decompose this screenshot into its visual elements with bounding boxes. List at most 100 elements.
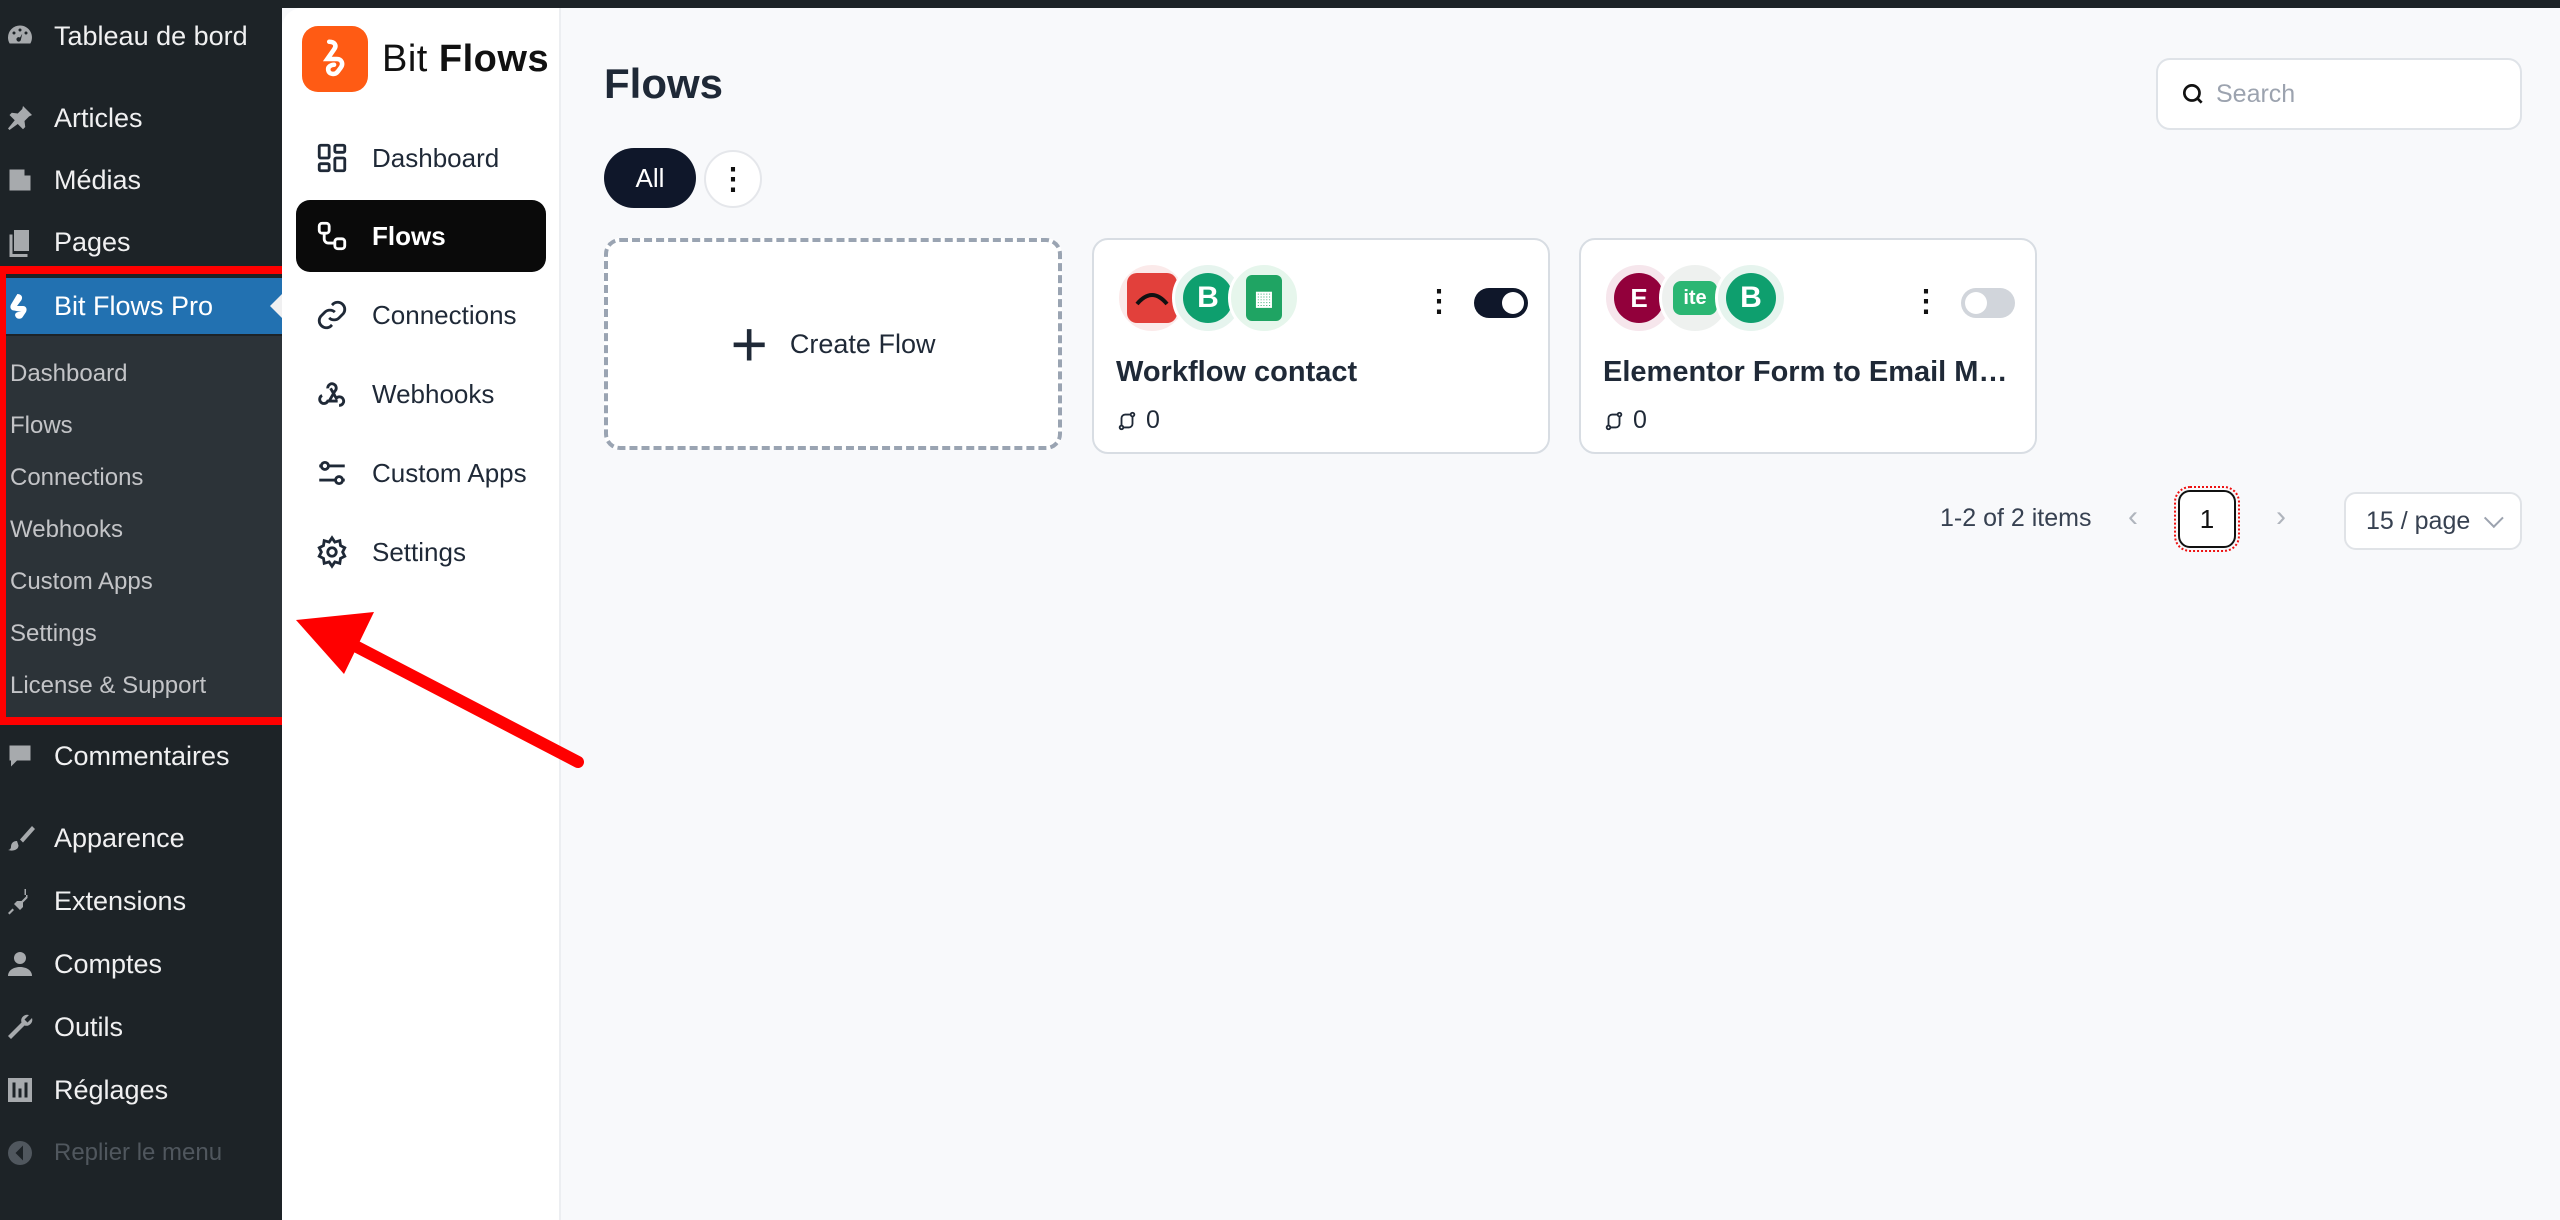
- wp-menu-collapse[interactable]: Replier le menu: [0, 1125, 282, 1181]
- filter-more-button[interactable]: ⋮: [704, 150, 762, 208]
- brush-icon: [2, 820, 38, 856]
- plugin-icon: [2, 883, 38, 919]
- flow-runs: 0: [1116, 406, 1160, 435]
- bitflows-logo[interactable]: Bit Flows: [302, 26, 549, 92]
- page-title: Flows: [604, 60, 724, 107]
- pages-icon: [2, 224, 38, 260]
- bit-icon: B: [1715, 262, 1787, 334]
- nav-label: Connections: [372, 299, 517, 330]
- bitflows-icon: [2, 288, 38, 324]
- page-size-value: 15 / page: [2366, 506, 2471, 535]
- wp-menu-label: Extensions: [54, 885, 187, 916]
- flow-runs: 0: [1603, 406, 1647, 435]
- chevron-right-icon: ›: [2276, 500, 2286, 533]
- flow-title: Workflow contact: [1116, 356, 1358, 388]
- wp-menu-label: Apparence: [54, 822, 185, 853]
- pagination-summary: 1-2 of 2 items: [1940, 504, 2092, 532]
- wp-menu-label: Commentaires: [54, 740, 230, 771]
- wp-submenu-item[interactable]: License & Support: [10, 666, 206, 706]
- webhook-icon: [312, 374, 352, 414]
- bitflows-logo-text: Bit Flows: [382, 37, 550, 80]
- nav-label: Settings: [372, 536, 466, 567]
- wp-menu-apparence[interactable]: Apparence: [0, 810, 282, 866]
- comments-icon: [2, 738, 38, 774]
- more-vertical-icon: ⋮: [1424, 285, 1454, 318]
- wp-menu-bitflows[interactable]: Bit Flows Pro: [0, 278, 282, 334]
- wp-menu-dashboard[interactable]: Tableau de bord: [0, 8, 282, 64]
- media-icon: [2, 162, 38, 198]
- wp-submenu-item[interactable]: Settings: [10, 614, 97, 654]
- wp-submenu: Dashboard Flows Connections Webhooks Cus…: [0, 336, 282, 720]
- nav-flows[interactable]: Flows: [296, 200, 546, 272]
- nav-dashboard[interactable]: Dashboard: [296, 122, 546, 194]
- wp-menu-extensions[interactable]: Extensions: [0, 873, 282, 929]
- gear-icon: [312, 532, 352, 572]
- sliders-icon: [2, 1072, 38, 1108]
- dashboard-icon: [312, 138, 352, 178]
- pagination-page-button[interactable]: 1: [2174, 486, 2240, 552]
- wp-menu-label: Tableau de bord: [54, 20, 248, 51]
- flow-card[interactable]: B ▦ ⋮ Workflow contact 0: [1092, 238, 1550, 454]
- wp-menu-label: Comptes: [54, 948, 163, 979]
- wp-menu-label: Replier le menu: [54, 1139, 223, 1166]
- google-sheets-icon: ▦: [1228, 262, 1300, 334]
- wp-menu-label: Pages: [54, 226, 131, 257]
- wp-menu-label: Réglages: [54, 1074, 169, 1105]
- wp-menu-label: Outils: [54, 1011, 124, 1042]
- page-size-select[interactable]: 15 / page: [2344, 492, 2522, 550]
- flow-app-icons: B ▦: [1116, 262, 1300, 334]
- filter-all-button[interactable]: All: [604, 148, 696, 208]
- nav-connections[interactable]: Connections: [296, 279, 546, 351]
- flow-app-icons: E ite B: [1603, 262, 1787, 334]
- wp-menu-articles[interactable]: Articles: [0, 90, 282, 146]
- top-strip: [282, 0, 2560, 8]
- wp-submenu-item[interactable]: Flows: [10, 406, 73, 446]
- wp-menu-comptes[interactable]: Comptes: [0, 936, 282, 992]
- nav-webhooks[interactable]: Webhooks: [296, 358, 546, 430]
- route-icon: [1605, 411, 1623, 430]
- search-icon: [2182, 83, 2203, 104]
- flow-enabled-toggle[interactable]: [1474, 288, 1528, 318]
- search-box[interactable]: [2156, 58, 2522, 130]
- flow-enabled-toggle[interactable]: [1961, 288, 2015, 318]
- wp-submenu-item[interactable]: Webhooks: [10, 510, 123, 550]
- nav-label: Webhooks: [372, 378, 495, 409]
- wp-submenu-item[interactable]: Custom Apps: [10, 562, 153, 602]
- wp-menu-pages[interactable]: Pages: [0, 214, 282, 270]
- custom-apps-icon: [312, 453, 352, 493]
- search-input[interactable]: [2216, 79, 2516, 109]
- collapse-arrow-icon: [2, 1135, 38, 1171]
- nav-label: Custom Apps: [372, 457, 527, 488]
- flow-card[interactable]: E ite B ⋮ Elementor Form to Email Mar...…: [1579, 238, 2037, 454]
- wp-menu-commentaires[interactable]: Commentaires: [0, 728, 282, 784]
- flow-more-button[interactable]: ⋮: [1424, 284, 1454, 319]
- wp-menu-reglages[interactable]: Réglages: [0, 1062, 282, 1118]
- plus-icon: +: [730, 308, 768, 380]
- user-icon: [2, 946, 38, 982]
- wp-menu-medias[interactable]: Médias: [0, 152, 282, 208]
- wp-menu-label: Articles: [54, 102, 143, 133]
- toggle-knob: [1965, 292, 1987, 314]
- chevron-left-icon: ‹: [2128, 500, 2138, 533]
- toggle-knob: [1502, 292, 1524, 314]
- nav-custom-apps[interactable]: Custom Apps: [296, 437, 546, 509]
- link-icon: [312, 295, 352, 335]
- flow-runs-count: 0: [1146, 406, 1160, 434]
- more-vertical-icon: ⋮: [718, 162, 748, 196]
- flow-title: Elementor Form to Email Mar...: [1603, 356, 2021, 388]
- create-flow-card[interactable]: + Create Flow: [604, 238, 1062, 450]
- flow-runs-count: 0: [1633, 406, 1647, 434]
- route-icon: [1118, 411, 1136, 430]
- pagination-prev-button[interactable]: ‹: [2128, 500, 2138, 534]
- chevron-down-icon: [2484, 508, 2504, 529]
- create-flow-label: Create Flow: [789, 328, 936, 359]
- nav-settings[interactable]: Settings: [296, 516, 546, 588]
- wp-submenu-item[interactable]: Connections: [10, 458, 143, 498]
- wp-submenu-item[interactable]: Dashboard: [10, 354, 127, 394]
- nav-label: Dashboard: [372, 142, 500, 173]
- wp-menu-label: Bit Flows Pro: [54, 290, 214, 321]
- flow-more-button[interactable]: ⋮: [1911, 284, 1941, 319]
- pagination-next-button[interactable]: ›: [2276, 500, 2286, 534]
- wp-menu-outils[interactable]: Outils: [0, 999, 282, 1055]
- wp-menu-label: Médias: [54, 164, 142, 195]
